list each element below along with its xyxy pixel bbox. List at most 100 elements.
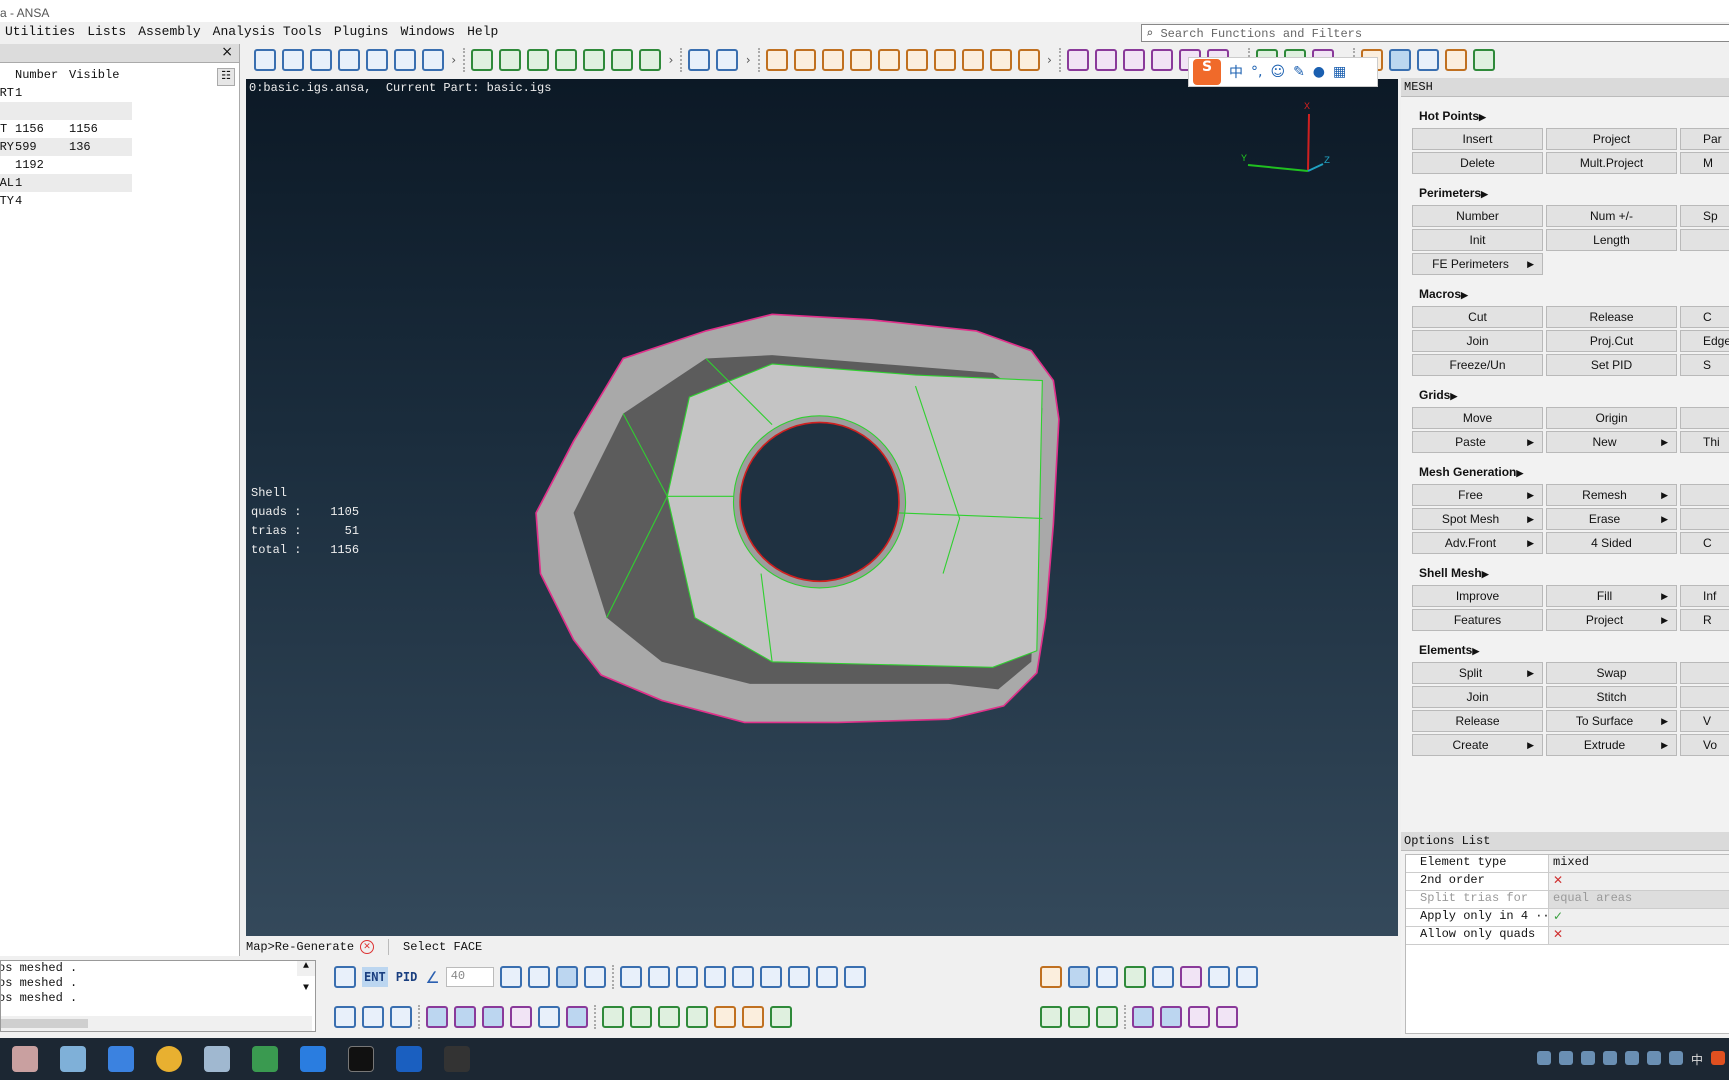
surface-icon[interactable] [1040, 1006, 1062, 1028]
pointer-icon[interactable] [583, 966, 606, 988]
record-icon[interactable] [843, 966, 866, 988]
table-icon[interactable] [905, 49, 928, 71]
beam-display-icon[interactable] [538, 1006, 560, 1028]
find-icon[interactable] [961, 49, 984, 71]
log-scrollbar[interactable]: ▲ ▼ [297, 961, 315, 994]
option-row[interactable]: Split trias for equal areas [1406, 891, 1729, 909]
mesh-button-set-pid[interactable]: Set PID [1546, 354, 1677, 376]
menu-analysis-tools[interactable]: Analysis Tools [208, 22, 329, 42]
mesh-button-c[interactable]: C [1680, 532, 1729, 554]
mesh-button-create[interactable]: Create ▶ [1412, 734, 1543, 756]
cube-view-icon[interactable] [1068, 966, 1090, 988]
arc-icon[interactable] [1188, 1006, 1210, 1028]
mesh-button-4-sided[interactable]: 4 Sided [1546, 532, 1677, 554]
feishu-icon[interactable] [108, 1046, 134, 1072]
column-header-visible[interactable]: Visible [69, 68, 129, 82]
add-icon[interactable] [647, 966, 670, 988]
mesh-button-features[interactable]: Features [1412, 609, 1543, 631]
mesh-button-freeze-un[interactable]: Freeze/Un [1412, 354, 1543, 376]
deck-icon[interactable] [1473, 49, 1496, 71]
spring-icon[interactable] [1122, 49, 1145, 71]
search-input[interactable]: ⌕ Search Functions and Filters [1141, 24, 1729, 42]
mesh-button-r[interactable]: R [1680, 609, 1729, 631]
mesh-view-icon[interactable] [1389, 49, 1412, 71]
mesh-button-move[interactable]: Move [1412, 407, 1543, 429]
nvidia-icon[interactable] [1624, 1051, 1639, 1065]
pid-select-button[interactable]: PID [394, 967, 420, 987]
wps-icon[interactable] [300, 1046, 326, 1072]
mesh-button-project[interactable]: Project ▶ [1546, 609, 1677, 631]
mesh-button-s[interactable]: S [1680, 354, 1729, 376]
mesh-button-project[interactable]: Project [1546, 128, 1677, 150]
line-tool-icon[interactable] [619, 966, 642, 988]
section-header[interactable]: Mesh Generation ▶ [1412, 455, 1729, 484]
face-join-icon[interactable] [686, 1006, 708, 1028]
mesh-button-stitch[interactable]: Stitch [1546, 686, 1677, 708]
option-row[interactable]: Element type mixed [1406, 855, 1729, 873]
shaded-cube-icon[interactable] [390, 1006, 412, 1028]
balance-icon[interactable] [527, 49, 550, 71]
menu-plugins[interactable]: Plugins [329, 22, 396, 42]
mesh-button-paste[interactable]: Paste ▶ [1412, 431, 1543, 453]
box-select-icon[interactable] [334, 966, 356, 988]
frame-icon[interactable] [1094, 49, 1117, 71]
part-manager-icon[interactable] [254, 49, 276, 71]
mesh-button-blank[interactable] [1680, 407, 1729, 429]
cubes-icon[interactable] [1236, 966, 1258, 988]
mesh-button-remesh[interactable]: Remesh ▶ [1546, 484, 1677, 506]
flashlight-icon[interactable] [555, 966, 578, 988]
excel-icon[interactable] [252, 1046, 278, 1072]
3d-viewport[interactable]: X Y Z 0:basic.igs.ansa, Current Part: ba… [246, 79, 1398, 936]
option-row[interactable]: Allow only quads ✕ [1406, 927, 1729, 945]
tray-icon[interactable] [1536, 1051, 1551, 1065]
cancel-function-icon[interactable]: ✕ [360, 940, 375, 954]
menu-utilities[interactable]: Utilities [0, 22, 82, 42]
graph-icon[interactable] [639, 49, 662, 71]
color-cube-icon[interactable] [1124, 966, 1146, 988]
transparent-cube-icon[interactable] [1180, 966, 1202, 988]
wire-view-icon[interactable] [1152, 966, 1174, 988]
toolbox-icon[interactable]: ▦ [1333, 64, 1346, 80]
mesh-button-extrude[interactable]: Extrude ▶ [1546, 734, 1677, 756]
face-split-icon[interactable] [658, 1006, 680, 1028]
mesh-display-icon[interactable] [482, 1006, 504, 1028]
mesh-button-spot-mesh[interactable]: Spot Mesh ▶ [1412, 508, 1543, 530]
layers-icon[interactable] [282, 49, 304, 71]
grid-select-icon[interactable] [731, 966, 754, 988]
hexagon-icon[interactable] [1066, 49, 1089, 71]
neighbor-icon[interactable] [759, 966, 782, 988]
wechat-icon[interactable] [1602, 1051, 1617, 1065]
mesh-button-fe-perimeters[interactable]: FE Perimeters ▶ [1412, 253, 1543, 275]
face-fill-icon[interactable] [714, 1006, 736, 1028]
mesh-button-cut[interactable]: Cut [1412, 306, 1543, 328]
menu-assembly[interactable]: Assembly [133, 22, 207, 42]
wifi-icon[interactable] [1646, 1051, 1661, 1065]
mesh-button-erase[interactable]: Erase ▶ [1546, 508, 1677, 530]
volume-icon[interactable] [1668, 1051, 1683, 1065]
mesh-button-to-surface[interactable]: To Surface ▶ [1546, 710, 1677, 732]
more-chevron-icon[interactable]: › [667, 53, 674, 67]
snipping-tool-icon[interactable] [12, 1046, 38, 1072]
table-row[interactable]: TY 4 [0, 192, 132, 210]
menu-windows[interactable]: Windows [395, 22, 462, 42]
mesh-button-improve[interactable]: Improve [1412, 585, 1543, 607]
window-select-icon[interactable] [499, 966, 522, 988]
option-value[interactable]: equal areas [1553, 891, 1632, 905]
table-row[interactable]: 1192 [0, 156, 132, 174]
menu-lists[interactable]: Lists [82, 22, 133, 42]
mesh-button-mult-project[interactable]: Mult.Project [1546, 152, 1677, 174]
mesh-button-split[interactable]: Split ▶ [1412, 662, 1543, 684]
mesh-button-adv-front[interactable]: Adv.Front ▶ [1412, 532, 1543, 554]
face-sections-icon[interactable] [742, 1006, 764, 1028]
table-row[interactable]: RT 1 [0, 84, 132, 102]
check-icon[interactable]: ✓ [1553, 909, 1563, 923]
mesh-button-init[interactable]: Init [1412, 229, 1543, 251]
nastran-icon[interactable] [1445, 49, 1468, 71]
mesh-button-delete[interactable]: Delete [1412, 152, 1543, 174]
emoji-icon[interactable]: ☺ [1270, 64, 1285, 80]
section-header[interactable]: Macros ▶ [1412, 277, 1729, 306]
mesh-button-fill[interactable]: Fill ▶ [1546, 585, 1677, 607]
menu-help[interactable]: Help [462, 22, 505, 42]
invert-icon[interactable] [703, 966, 726, 988]
editor-icon[interactable] [204, 1046, 230, 1072]
